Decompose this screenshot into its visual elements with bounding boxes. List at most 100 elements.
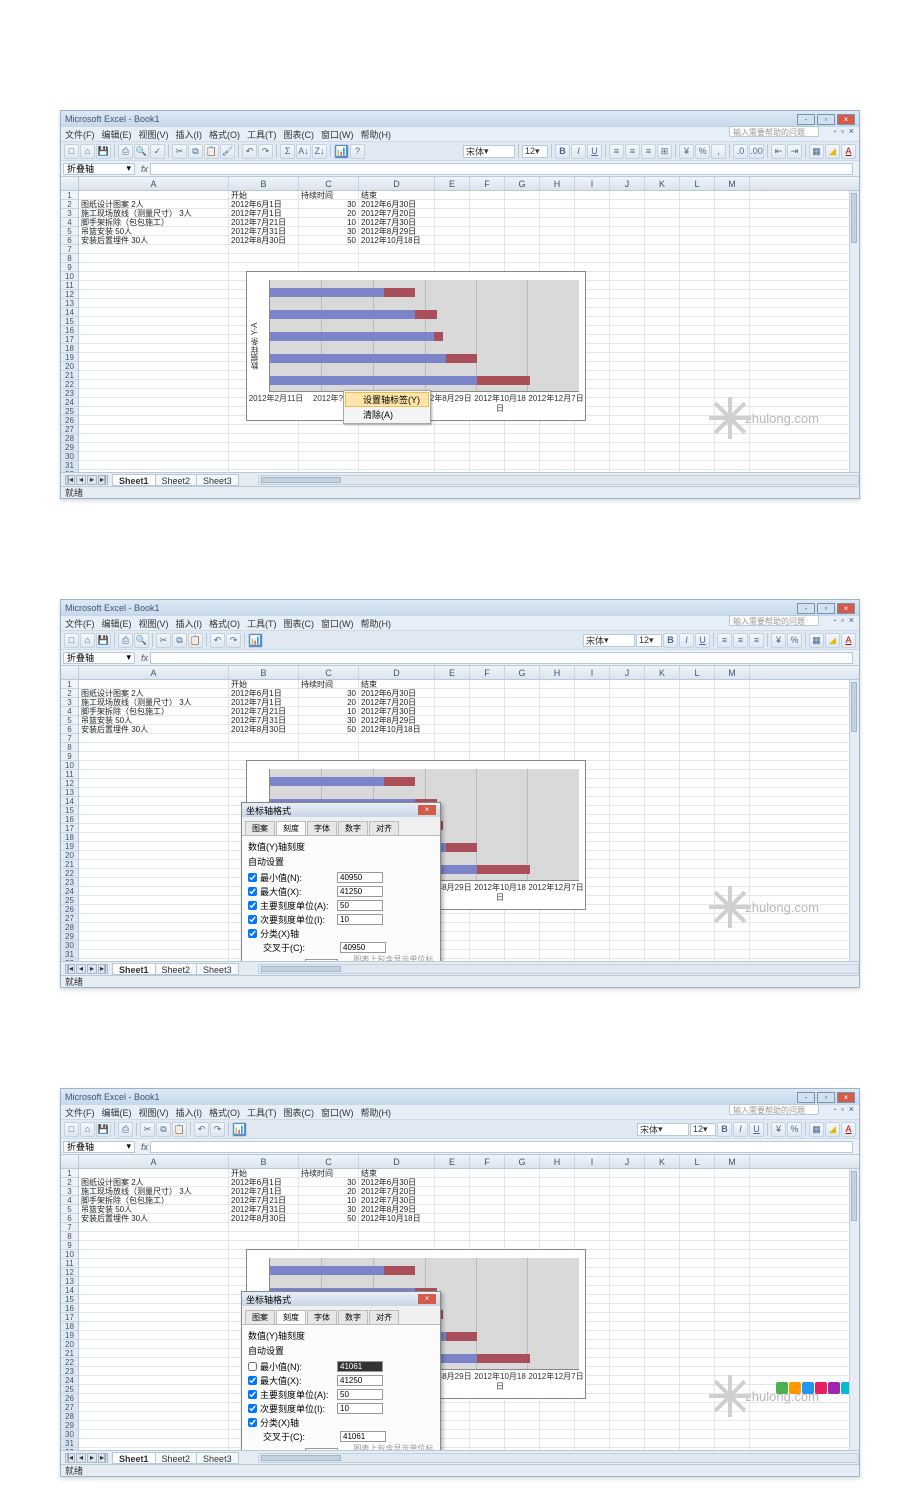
cell[interactable]	[715, 959, 750, 961]
cell[interactable]	[715, 716, 750, 724]
cell[interactable]	[680, 191, 715, 199]
dialog-tab[interactable]: 对齐	[369, 1310, 399, 1324]
col-header[interactable]: E	[435, 666, 470, 679]
cell[interactable]	[610, 398, 645, 406]
italic-icon[interactable]: I	[733, 1122, 748, 1137]
cell[interactable]	[79, 254, 229, 262]
cell[interactable]	[645, 1367, 680, 1375]
cell[interactable]	[229, 434, 299, 442]
sheet-tab[interactable]: Sheet1	[112, 963, 156, 975]
table-row[interactable]	[79, 245, 859, 254]
row-header[interactable]: 11	[61, 770, 78, 779]
close-button[interactable]: ×	[837, 114, 855, 125]
cell[interactable]	[79, 452, 229, 460]
cell[interactable]: 吊篮安装 50人	[79, 1205, 229, 1213]
dialog-tab[interactable]: 字体	[307, 1310, 337, 1324]
cell[interactable]	[680, 761, 715, 769]
cell[interactable]	[470, 1421, 505, 1429]
cell[interactable]	[505, 1196, 540, 1204]
cell[interactable]	[229, 461, 299, 469]
row-header[interactable]: 22	[61, 380, 78, 389]
cell[interactable]	[645, 461, 680, 469]
menu-view[interactable]: 视图(V)	[139, 1106, 169, 1119]
table-row[interactable]: 开始持续时间结束	[79, 1169, 859, 1178]
redo-icon[interactable]: ↷	[226, 633, 241, 648]
cell[interactable]	[645, 950, 680, 958]
cell[interactable]	[610, 833, 645, 841]
row-header[interactable]: 18	[61, 1322, 78, 1331]
cell[interactable]	[359, 734, 435, 742]
cell[interactable]	[715, 1214, 750, 1222]
row-header[interactable]: 8	[61, 254, 78, 263]
cell[interactable]: 2012年7月1日	[229, 209, 299, 217]
cell[interactable]	[610, 788, 645, 796]
sheet-tab[interactable]: Sheet1	[112, 474, 156, 486]
cell[interactable]	[680, 245, 715, 253]
col-header[interactable]: K	[645, 177, 680, 190]
menu-window[interactable]: 窗口(W)	[321, 1106, 354, 1119]
cell[interactable]	[645, 335, 680, 343]
cell[interactable]	[505, 218, 540, 226]
cell[interactable]	[610, 425, 645, 433]
cell[interactable]	[610, 1394, 645, 1402]
sheet-nav-next[interactable]: ▸	[87, 475, 97, 485]
cell[interactable]	[610, 470, 645, 472]
cell[interactable]	[470, 752, 505, 760]
cell[interactable]	[645, 1241, 680, 1249]
menu-view[interactable]: 视图(V)	[139, 128, 169, 141]
cell[interactable]	[359, 434, 435, 442]
cell[interactable]	[645, 1232, 680, 1240]
cell[interactable]	[680, 1286, 715, 1294]
cell[interactable]	[715, 1340, 750, 1348]
row-header[interactable]: 9	[61, 263, 78, 272]
cell[interactable]	[540, 941, 575, 949]
row-header[interactable]: 2	[61, 200, 78, 209]
cell[interactable]	[540, 1214, 575, 1222]
cell[interactable]	[645, 1358, 680, 1366]
cell[interactable]	[645, 443, 680, 451]
cell[interactable]	[680, 1331, 715, 1339]
close-button[interactable]: ×	[837, 1092, 855, 1103]
col-header[interactable]: F	[470, 666, 505, 679]
cell[interactable]	[299, 734, 359, 742]
chart-y-axis-label[interactable]: 数据样条 Y-A	[249, 323, 260, 370]
cell[interactable]	[79, 1385, 229, 1393]
menu-file[interactable]: 文件(F)	[65, 617, 95, 630]
cell[interactable]	[715, 932, 750, 940]
display-unit-select[interactable]: 无▾	[305, 1448, 339, 1450]
cell[interactable]	[505, 680, 540, 688]
cell[interactable]	[435, 725, 470, 733]
cell[interactable]	[715, 227, 750, 235]
cell[interactable]: 图纸设计图案 2人	[79, 200, 229, 208]
cell[interactable]	[575, 218, 610, 226]
col-header[interactable]: H	[540, 177, 575, 190]
cell[interactable]	[470, 959, 505, 961]
cell[interactable]	[645, 299, 680, 307]
cell[interactable]	[79, 1430, 229, 1438]
col-header[interactable]: E	[435, 1155, 470, 1168]
cell[interactable]: 30	[299, 227, 359, 235]
cell[interactable]	[645, 1277, 680, 1285]
cell[interactable]	[610, 914, 645, 922]
cell[interactable]: 2012年7月31日	[229, 227, 299, 235]
cell[interactable]: 2012年8月30日	[229, 725, 299, 733]
row-header[interactable]: 12	[61, 1268, 78, 1277]
cell[interactable]	[610, 1349, 645, 1357]
cell[interactable]	[715, 1169, 750, 1177]
cell[interactable]	[505, 461, 540, 469]
cell[interactable]	[540, 263, 575, 271]
cell[interactable]	[715, 833, 750, 841]
cell[interactable]	[359, 743, 435, 751]
cell[interactable]	[79, 905, 229, 913]
cell[interactable]	[610, 905, 645, 913]
table-row[interactable]	[79, 1448, 859, 1450]
underline-icon[interactable]: U	[587, 144, 602, 159]
cell[interactable]	[505, 716, 540, 724]
cell[interactable]	[610, 281, 645, 289]
cell[interactable]	[645, 1403, 680, 1411]
cell[interactable]	[645, 254, 680, 262]
cell[interactable]	[715, 1232, 750, 1240]
col-header[interactable]: L	[680, 177, 715, 190]
cell[interactable]	[715, 815, 750, 823]
cell[interactable]	[79, 1394, 229, 1402]
